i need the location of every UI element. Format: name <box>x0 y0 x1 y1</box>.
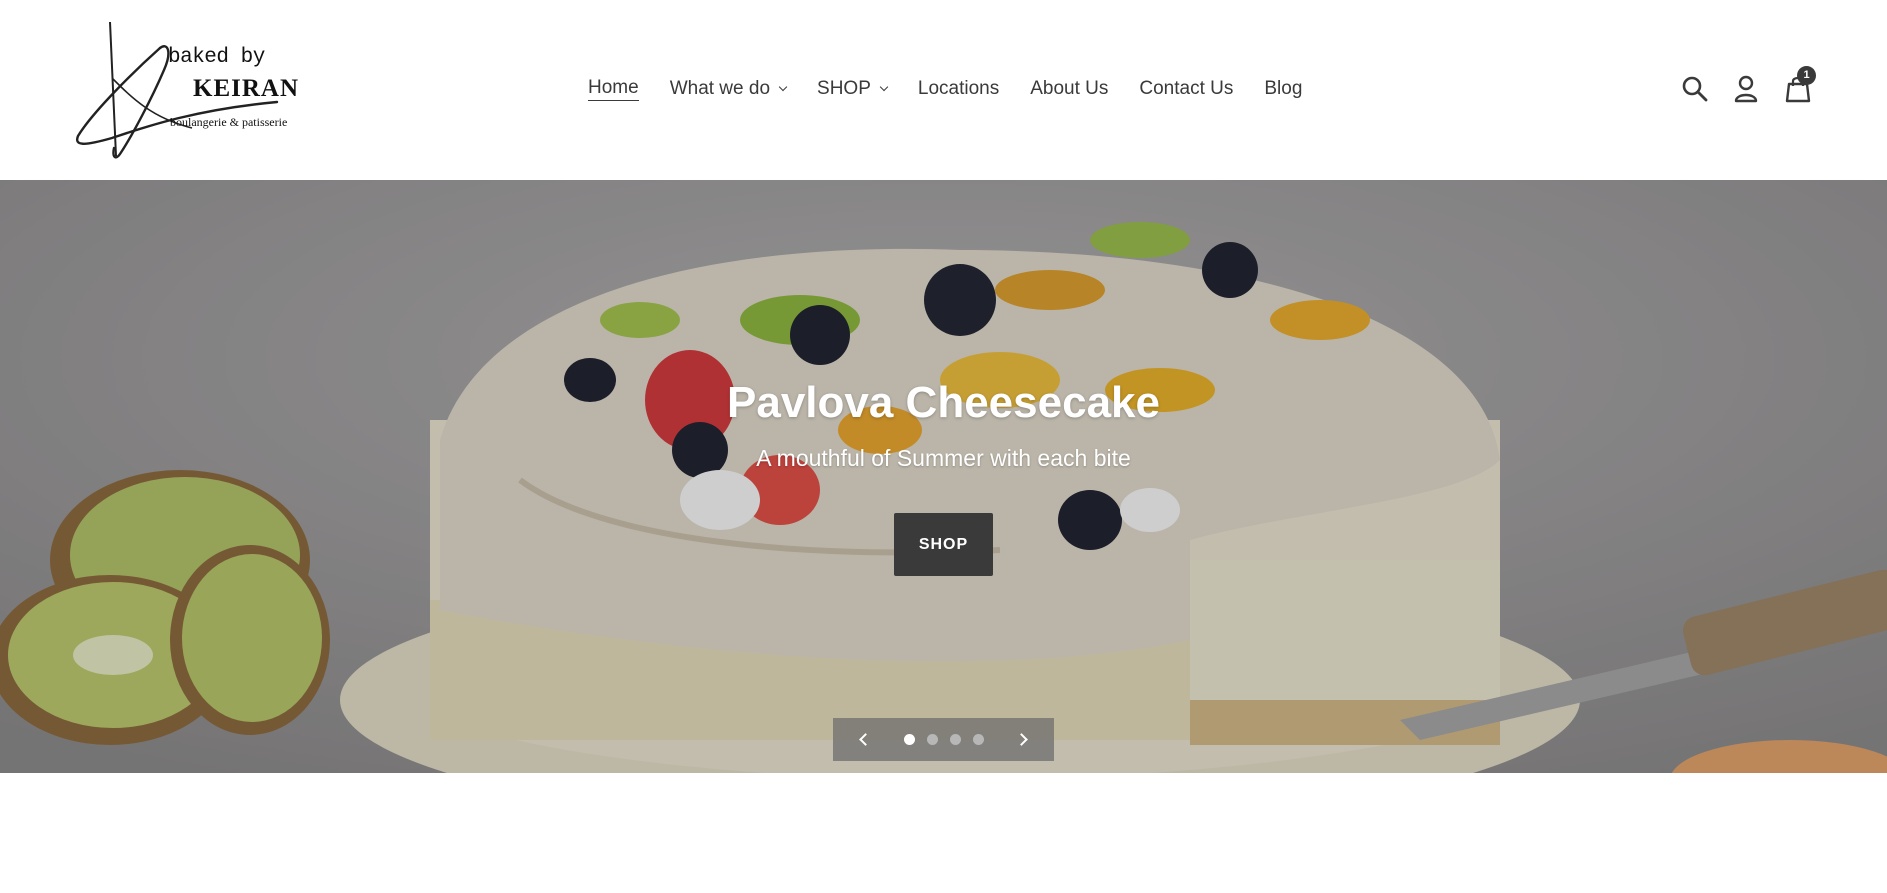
main-nav: Home What we do SHOP Locations About Us … <box>588 76 1333 102</box>
slideshow-prev-button[interactable] <box>846 718 882 761</box>
logo-tagline: boulangerie & patisserie <box>170 115 288 129</box>
chevron-left-icon <box>859 733 872 746</box>
account-icon[interactable] <box>1731 74 1761 104</box>
nav-item-label: What we do <box>669 78 771 99</box>
nav-item-contact-us[interactable]: Contact Us <box>1139 78 1233 100</box>
nav-item-shop[interactable]: SHOP <box>817 78 889 100</box>
logo-text-keiran: KEIRAN <box>193 75 300 102</box>
logo-text-baked-by: baked by <box>168 46 265 69</box>
cart-count-badge: 1 <box>1797 66 1816 85</box>
slideshow-dots <box>898 734 990 745</box>
nav-item-home[interactable]: Home <box>588 77 639 101</box>
nav-item-label: Home <box>588 77 639 101</box>
nav-item-label: Blog <box>1264 78 1303 99</box>
hero-overlay <box>0 180 1887 773</box>
chevron-right-icon <box>1015 733 1028 746</box>
hero-slideshow: Pavlova Cheesecake A mouthful of Summer … <box>0 180 1887 773</box>
site-logo[interactable]: baked by KEIRAN boulangerie & patisserie <box>72 18 312 163</box>
slide-dot-2[interactable] <box>926 734 938 745</box>
nav-item-label: Locations <box>917 78 1000 99</box>
slideshow-next-button[interactable] <box>1006 718 1042 761</box>
slide-dot-1[interactable] <box>903 734 915 745</box>
nav-item-locations[interactable]: Locations <box>918 78 999 100</box>
nav-item-label: About Us <box>1030 78 1109 99</box>
chevron-down-icon <box>778 82 788 92</box>
nav-item-label: Contact Us <box>1139 78 1234 99</box>
slide-dot-3[interactable] <box>949 734 961 745</box>
hero-subtitle: A mouthful of Summer with each bite <box>756 445 1131 471</box>
slide-dot-4[interactable] <box>972 734 984 745</box>
nav-item-label: SHOP <box>817 78 871 99</box>
nav-item-about-us[interactable]: About Us <box>1030 78 1108 100</box>
slideshow-controls <box>833 718 1054 761</box>
nav-item-what-we-do[interactable]: What we do <box>669 78 788 100</box>
hero-title: Pavlova Cheesecake <box>727 378 1160 427</box>
chevron-down-icon <box>879 82 889 92</box>
hero-shop-button[interactable]: SHOP <box>894 513 993 576</box>
nav-item-blog[interactable]: Blog <box>1264 78 1302 100</box>
search-icon[interactable] <box>1680 74 1710 104</box>
site-header: baked by KEIRAN boulangerie & patisserie… <box>0 0 1887 180</box>
